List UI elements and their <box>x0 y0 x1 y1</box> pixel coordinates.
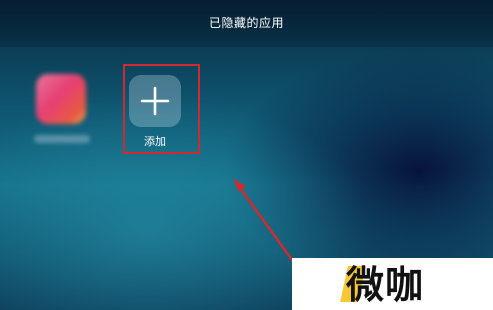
hidden-apps-screen: 已隐藏的应用 添加 微咖 <box>0 0 493 310</box>
watermark: 微咖 <box>292 258 493 310</box>
page-title: 已隐藏的应用 <box>208 16 284 30</box>
highlight-box <box>123 64 200 154</box>
blurred-app-label <box>34 135 90 143</box>
watermark-text: 微咖 <box>346 263 425 307</box>
blurred-app-icon[interactable] <box>36 74 86 124</box>
header-bar: 已隐藏的应用 <box>0 0 493 47</box>
